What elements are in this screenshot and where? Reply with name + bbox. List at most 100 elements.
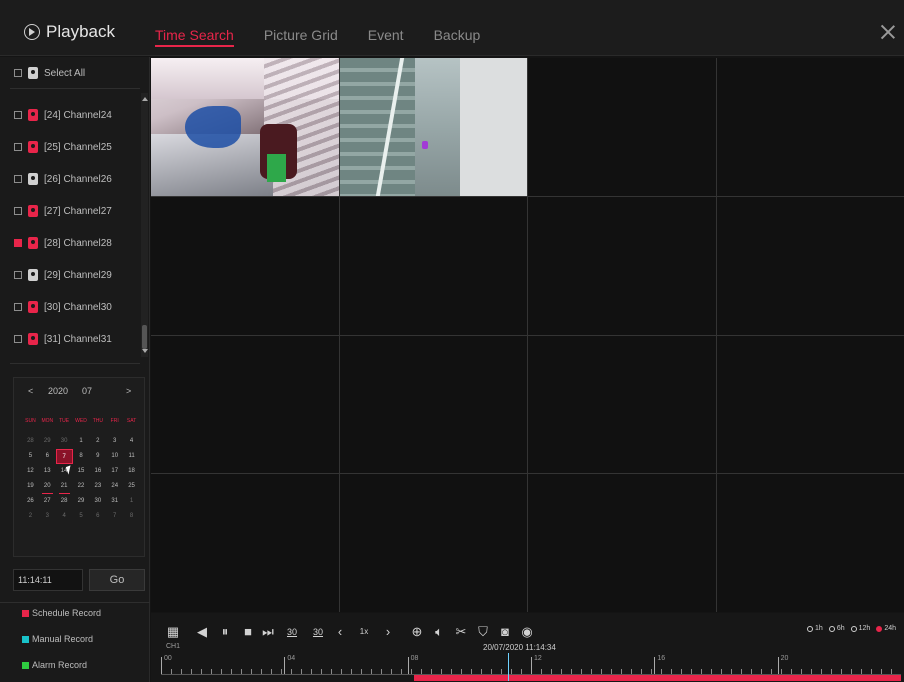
select-all-checkbox[interactable] [14,69,22,77]
calendar-day[interactable]: 28 [56,494,73,509]
video-cell-7[interactable] [528,196,716,335]
next-month-icon[interactable]: > [126,386,131,396]
calendar-day[interactable]: 1 [73,434,90,449]
calendar-day[interactable]: 15 [73,464,90,479]
calendar-day[interactable]: 3 [106,434,123,449]
calendar-day[interactable]: 29 [39,434,56,449]
zoom-12h[interactable]: 12h [850,625,870,632]
calendar-day[interactable]: 19 [22,479,39,494]
calendar-day[interactable]: 10 [106,449,123,464]
channel-checkbox[interactable] [14,303,22,311]
stop-icon[interactable]: ■ [241,625,255,639]
timeline[interactable]: 00 04 08 12 16 20 [161,653,901,681]
video-cell-13[interactable] [151,474,339,612]
channel-item[interactable]: [26] Channel26 [14,171,112,187]
calendar-day[interactable]: 2 [22,509,39,524]
calendar-day[interactable]: 27 [39,494,56,509]
calendar-month[interactable]: 07 [82,386,92,396]
split-screen-icon[interactable]: ▦ [165,625,181,639]
calendar-day[interactable]: 2 [89,434,106,449]
channel-checkbox[interactable] [14,111,22,119]
calendar-day[interactable]: 23 [89,479,106,494]
clip-icon[interactable]: ✂ [453,625,469,639]
video-cell-4[interactable] [716,58,904,196]
calendar-day[interactable]: 11 [123,449,140,464]
select-all[interactable]: Select All [14,65,85,81]
channel-scrollbar[interactable] [141,93,148,357]
channel-item[interactable]: [24] Channel24 [14,107,112,123]
channel-item[interactable]: [27] Channel27 [14,203,112,219]
channel-checkbox[interactable] [14,175,22,183]
calendar-day[interactable]: 1 [123,494,140,509]
channel-item[interactable]: [28] Channel28 [14,235,112,251]
zoom-1h[interactable]: 1h [807,625,823,632]
video-cell-16[interactable] [716,474,904,612]
pause-icon[interactable]: ⏸ [217,625,233,639]
video-cell-14[interactable] [339,474,527,612]
channel-item[interactable]: [25] Channel25 [14,139,112,155]
calendar-day[interactable]: 26 [22,494,39,509]
zoom-icon[interactable]: ⊕ [409,625,425,639]
calendar-day[interactable]: 5 [22,449,39,464]
close-icon[interactable] [880,24,896,40]
channel-checkbox[interactable] [14,271,22,279]
calendar-day[interactable]: 30 [89,494,106,509]
calendar-day[interactable]: 13 [39,464,56,479]
video-cell-12[interactable] [716,335,904,474]
go-button[interactable]: Go [89,569,145,591]
calendar-day-selected[interactable]: 7 [55,449,73,464]
channel-checkbox[interactable] [14,239,22,247]
zoom-24h[interactable]: 24h [876,625,896,632]
faster-icon[interactable]: › [383,625,393,639]
calendar-day[interactable]: 28 [22,434,39,449]
calendar-day[interactable]: 17 [106,464,123,479]
snapshot-icon[interactable]: ◙ [497,625,513,639]
calendar-day[interactable]: 30 [56,434,73,449]
calendar-day[interactable]: 7 [106,509,123,524]
video-cell-2[interactable] [339,58,527,196]
frame-step-icon[interactable]: ⏭ [261,625,275,639]
channel-item[interactable]: [30] Channel30 [14,299,112,315]
calendar-day[interactable]: 20 [39,479,56,494]
scroll-up-icon[interactable] [142,97,148,101]
calendar-day[interactable]: 29 [73,494,90,509]
tab-backup[interactable]: Backup [434,0,481,56]
calendar-day[interactable]: 5 [73,509,90,524]
video-cell-8[interactable] [716,196,904,335]
calendar-day[interactable]: 6 [39,449,56,464]
tab-time-search[interactable]: Time Search [155,0,234,56]
calendar-day[interactable]: 12 [22,464,39,479]
volume-icon[interactable]: 🔈︎ [431,625,447,639]
calendar-day[interactable]: 21 [56,479,73,494]
slower-icon[interactable]: ‹ [335,625,345,639]
tab-event[interactable]: Event [368,0,404,56]
calendar-day[interactable]: 6 [89,509,106,524]
time-input[interactable] [13,569,83,591]
calendar-day[interactable]: 3 [39,509,56,524]
zoom-6h[interactable]: 6h [828,625,845,632]
calendar-day[interactable]: 25 [123,479,140,494]
calendar-day[interactable]: 4 [123,434,140,449]
video-cell-10[interactable] [339,335,527,474]
tag-icon[interactable]: ⛉ [475,625,491,639]
tab-picture-grid[interactable]: Picture Grid [264,0,338,56]
scroll-down-icon[interactable] [142,349,148,353]
prev-month-icon[interactable]: < [28,386,33,396]
channel-checkbox[interactable] [14,335,22,343]
calendar-day[interactable]: 8 [123,509,140,524]
channel-checkbox[interactable] [14,207,22,215]
calendar-day[interactable]: 22 [73,479,90,494]
channel-item[interactable]: [31] Channel31 [14,331,112,347]
hide-icon[interactable]: ◉ [519,625,535,639]
calendar-day[interactable]: 31 [106,494,123,509]
calendar-day[interactable]: 8 [73,449,90,464]
channel-checkbox[interactable] [14,143,22,151]
video-cell-15[interactable] [528,474,716,612]
calendar-year[interactable]: 2020 [48,386,68,396]
video-cell-5[interactable] [151,196,339,335]
video-cell-9[interactable] [151,335,339,474]
calendar-day[interactable]: 24 [106,479,123,494]
channel-item[interactable]: [29] Channel29 [14,267,112,283]
video-cell-3[interactable] [528,58,716,196]
calendar-day[interactable]: 16 [89,464,106,479]
